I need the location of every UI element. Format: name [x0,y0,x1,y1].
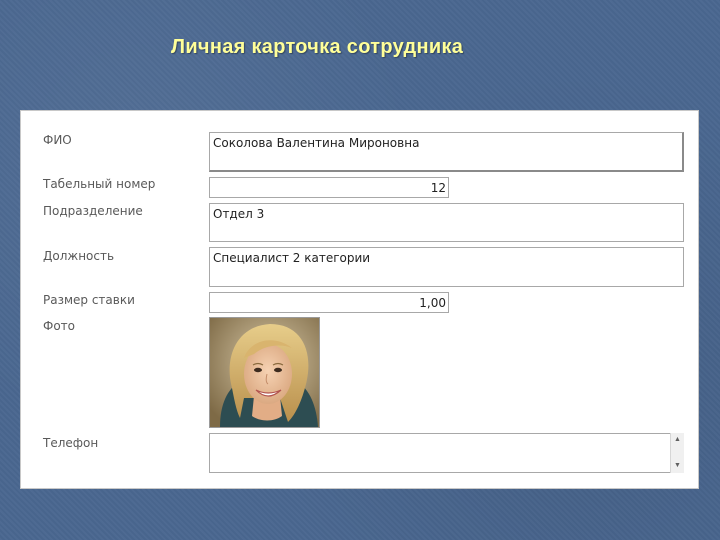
page-title: Личная карточка сотрудника [171,36,464,58]
department-label: Подразделение [43,204,143,218]
tab-number-field[interactable]: 12 [209,177,449,198]
employee-card-form: ФИО Соколова Валентина Мироновна Табельн… [20,110,699,489]
rate-label: Размер ставки [43,293,135,307]
employee-photo-image [210,318,319,427]
department-field[interactable]: Отдел 3 [209,203,684,242]
phone-scrollbar[interactable]: ▲ ▼ [670,433,684,473]
tab-number-label: Табельный номер [43,177,156,191]
employee-photo[interactable] [209,317,320,428]
fio-label: ФИО [43,133,72,147]
scroll-up-arrow-icon[interactable]: ▲ [671,434,684,446]
position-field[interactable]: Специалист 2 категории [209,247,684,287]
phone-label: Телефон [43,436,99,450]
rate-field[interactable]: 1,00 [209,292,449,313]
scroll-down-arrow-icon[interactable]: ▼ [671,460,684,472]
photo-label: Фото [43,319,76,333]
fio-field[interactable]: Соколова Валентина Мироновна [209,132,684,172]
phone-field[interactable] [209,433,684,473]
position-label: Должность [43,249,115,263]
